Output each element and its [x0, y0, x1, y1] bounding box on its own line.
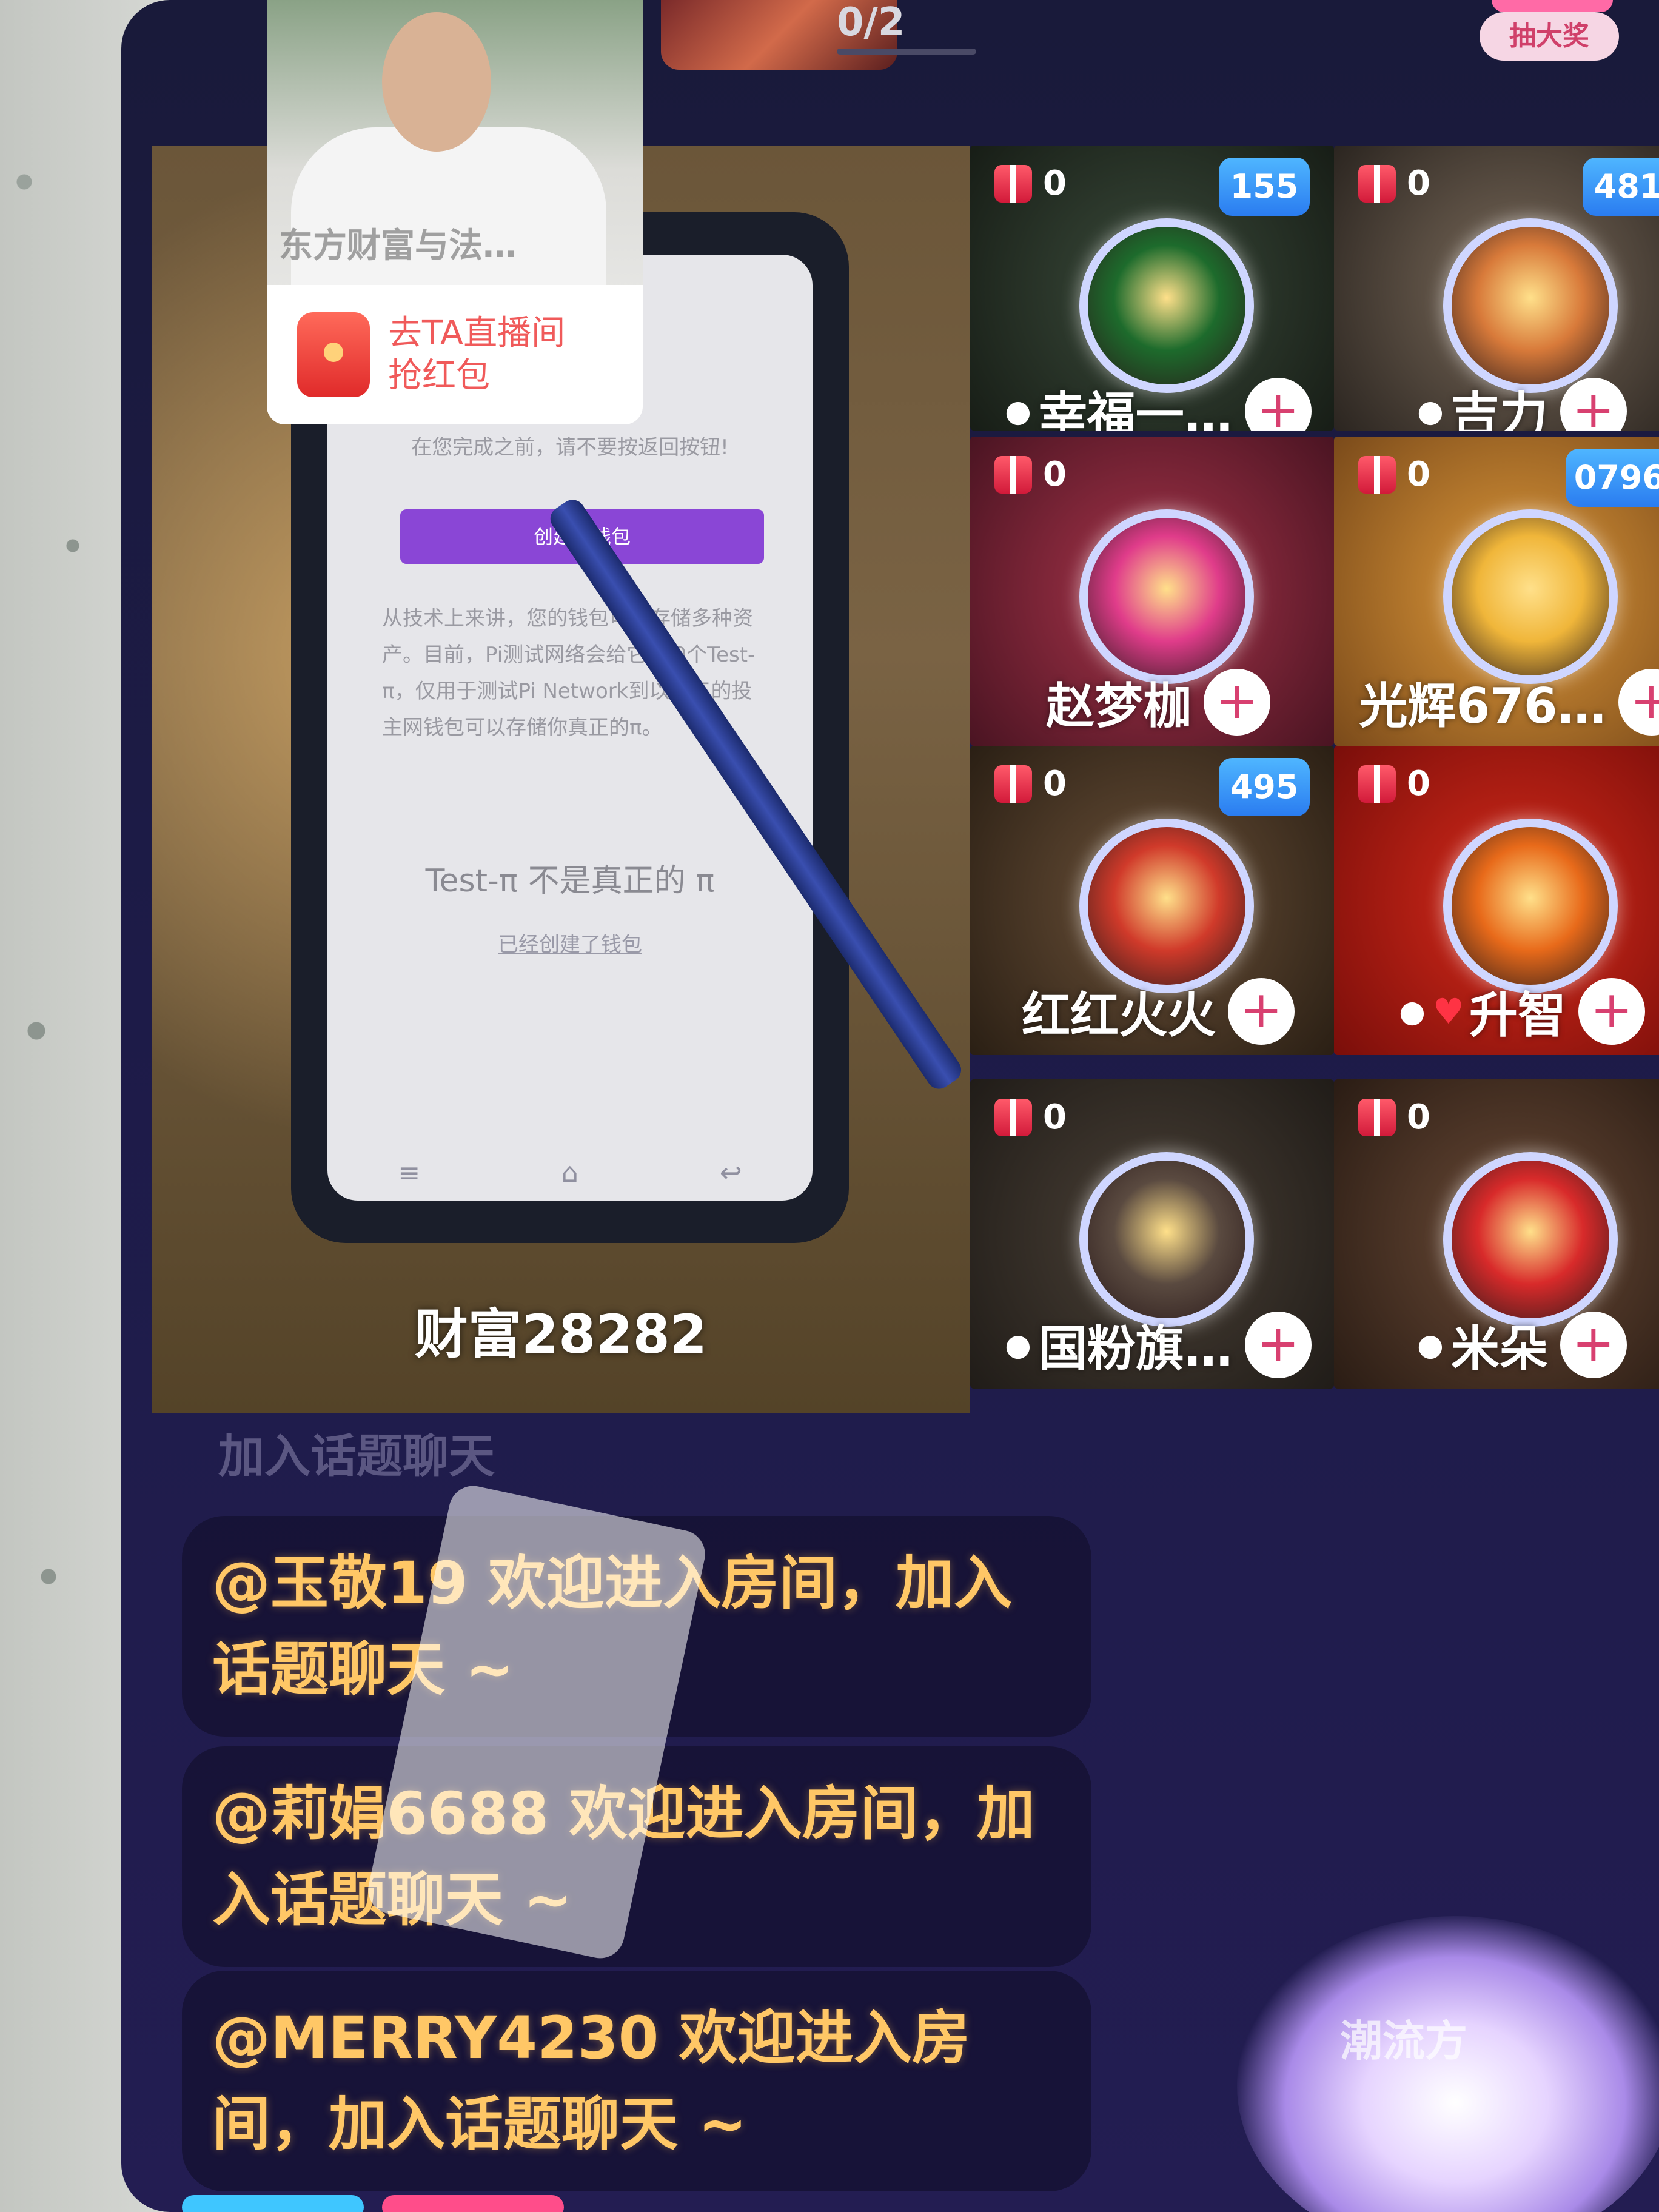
- seat-gift-count: 0: [1358, 455, 1430, 494]
- seat-name-row: ● 国粉旗… +: [982, 1310, 1334, 1380]
- seat-level-badge: 155: [1219, 158, 1310, 216]
- seat-gift-value: 0: [1407, 455, 1430, 494]
- follow-plus-icon[interactable]: +: [1560, 1312, 1627, 1378]
- mic-icon: ●: [1399, 994, 1426, 1029]
- mic-seat[interactable]: 0 ● ♥ 升智 +: [1334, 746, 1659, 1055]
- seat-user-name: 米朵: [1450, 1321, 1548, 1377]
- home-icon: ⌂: [561, 1158, 578, 1188]
- mic-icon: ●: [1005, 394, 1031, 429]
- mic-icon: ●: [1005, 1327, 1031, 1362]
- live-room-screen: 0/2 抽大奖 在您完成之前，请不要按返回按钮! 创建新钱包 从技术上来讲，您的…: [121, 0, 1659, 2212]
- mic-seat[interactable]: 0 ● 米朵 +: [1334, 1079, 1659, 1389]
- seat-gift-value: 0: [1407, 1098, 1430, 1137]
- filmed-hint-text: 在您完成之前，请不要按返回按钮!: [411, 435, 729, 460]
- filmed-test-notice: Test-π 不是真正的 π: [425, 863, 715, 899]
- seat-avatar[interactable]: [1079, 218, 1254, 393]
- seat-gift-value: 0: [1043, 1098, 1067, 1137]
- back-icon: ↩: [719, 1158, 742, 1188]
- mic-seat[interactable]: 0 155 ● 幸福一… +: [970, 146, 1334, 431]
- seat-user-name: 国粉旗…: [1038, 1321, 1233, 1377]
- bottom-button-blue[interactable]: [182, 2195, 364, 2212]
- seat-name-row: 红红火火 +: [982, 976, 1334, 1047]
- chat-message[interactable]: @MERRY4230 欢迎进入房间，加入话题聊天 ~: [182, 1971, 1091, 2191]
- seat-level-badge: 495: [1219, 758, 1310, 816]
- seat-user-name: 幸福一…: [1038, 387, 1233, 431]
- mic-seat[interactable]: 0 495 红红火火 +: [970, 746, 1334, 1055]
- seat-level-badge: 0796: [1565, 449, 1659, 507]
- filmed-nav-bar: ≡ ⌂ ↩: [327, 1158, 813, 1188]
- mic-seat[interactable]: 0 ● 国粉旗… +: [970, 1079, 1334, 1389]
- seat-gift-value: 0: [1407, 764, 1430, 803]
- pip-red-packet-cta[interactable]: 去TA直播间抢红包: [267, 285, 643, 424]
- seat-name-row: 赵梦枷 +: [982, 667, 1334, 737]
- follow-plus-icon[interactable]: +: [1578, 978, 1645, 1045]
- seat-name-row: 光辉676… +: [1346, 667, 1659, 737]
- follow-plus-icon[interactable]: +: [1244, 378, 1312, 431]
- seat-user-name: 吉力: [1450, 387, 1548, 431]
- seat-gift-count: 0: [994, 1098, 1067, 1137]
- seat-level-badge: 481: [1583, 158, 1659, 216]
- seat-avatar[interactable]: [1443, 819, 1618, 993]
- seat-avatar[interactable]: [1443, 509, 1618, 684]
- seat-avatar[interactable]: [1079, 509, 1254, 684]
- seat-name-row: ● 吉力 +: [1346, 376, 1659, 431]
- gift-icon: [1358, 765, 1396, 803]
- task-progress-bar: [837, 49, 976, 55]
- chat-faded-line: 加入话题聊天: [218, 1429, 495, 1483]
- follow-plus-icon[interactable]: +: [1228, 978, 1295, 1045]
- gift-icon: [994, 455, 1032, 494]
- bottom-button-pink[interactable]: [382, 2195, 564, 2212]
- seat-gift-value: 0: [1043, 764, 1067, 803]
- follow-plus-icon[interactable]: +: [1618, 669, 1659, 736]
- filmed-wallet-link: 已经创建了钱包: [498, 933, 642, 957]
- seat-gift-value: 0: [1043, 455, 1067, 494]
- seat-gift-count: 0: [1358, 764, 1430, 803]
- seat-gift-value: 0: [1043, 164, 1067, 203]
- mic-seat[interactable]: 0 0796 光辉676… +: [1334, 437, 1659, 746]
- pip-person-face: [382, 12, 491, 152]
- seat-name-row: ● 幸福一… +: [982, 376, 1334, 431]
- seat-avatar[interactable]: [1079, 1152, 1254, 1327]
- seat-gift-count: 0: [1358, 164, 1430, 203]
- gift-icon: [994, 765, 1032, 803]
- heart-icon: ♥: [1432, 991, 1464, 1032]
- seat-user-name: 红红火火: [1022, 987, 1216, 1044]
- follow-plus-icon[interactable]: +: [1204, 669, 1270, 736]
- seat-gift-value: 0: [1407, 164, 1430, 203]
- lottery-icon[interactable]: [1492, 0, 1613, 12]
- seat-gift-count: 0: [1358, 1098, 1430, 1137]
- seat-avatar[interactable]: [1443, 1152, 1618, 1327]
- seat-avatar[interactable]: [1443, 218, 1618, 393]
- red-packet-icon: [297, 312, 370, 397]
- gift-icon: [1358, 455, 1396, 494]
- mic-icon: ●: [1417, 1327, 1444, 1362]
- seat-user-name: 升智: [1469, 987, 1566, 1044]
- gift-icon: [1358, 164, 1396, 203]
- pip-host-name: 东方财富与法…: [279, 226, 517, 266]
- seat-gift-count: 0: [994, 455, 1067, 494]
- seat-user-name: 赵梦枷: [1046, 678, 1191, 734]
- seat-gift-count: 0: [994, 164, 1067, 203]
- gift-animation-label: 潮流方: [1340, 2016, 1467, 2066]
- lottery-button[interactable]: 抽大奖: [1480, 12, 1619, 61]
- seat-name-row: ● 米朵 +: [1346, 1310, 1659, 1380]
- pip-cta-text: 去TA直播间抢红包: [388, 313, 566, 395]
- task-progress-text: 0/2: [837, 0, 905, 45]
- host-name: 财富28282: [414, 1303, 708, 1366]
- seat-gift-count: 0: [994, 764, 1067, 803]
- mic-icon: ●: [1417, 394, 1444, 429]
- gift-icon: [1358, 1098, 1396, 1136]
- menu-icon: ≡: [398, 1158, 421, 1188]
- gift-icon: [994, 164, 1032, 203]
- follow-plus-icon[interactable]: +: [1244, 1312, 1312, 1378]
- mic-seat[interactable]: 0 赵梦枷 +: [970, 437, 1334, 746]
- seat-user-name: 光辉676…: [1359, 678, 1606, 734]
- seat-avatar[interactable]: [1079, 819, 1254, 993]
- mic-seat[interactable]: 0 481 ● 吉力 +: [1334, 146, 1659, 431]
- gift-icon: [994, 1098, 1032, 1136]
- follow-plus-icon[interactable]: +: [1560, 378, 1627, 431]
- seat-name-row: ● ♥ 升智 +: [1346, 976, 1659, 1047]
- pip-live-preview[interactable]: 东方财富与法… 去TA直播间抢红包: [267, 0, 643, 424]
